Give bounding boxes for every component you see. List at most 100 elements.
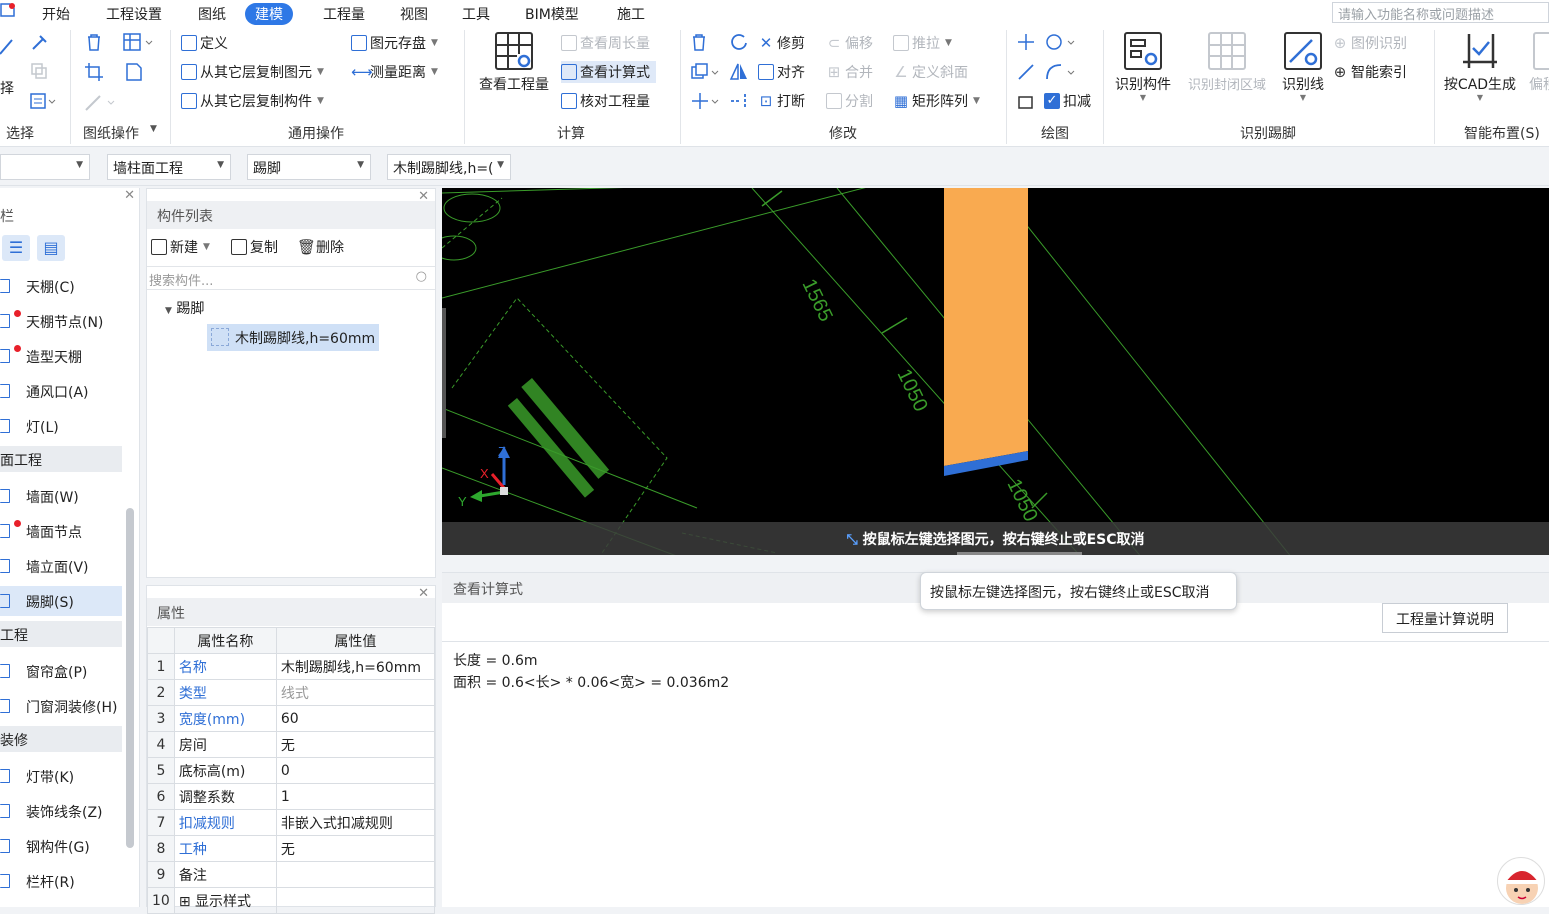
close-icon[interactable]: ✕: [124, 188, 135, 203]
copy-icon[interactable]: [690, 62, 722, 82]
nav-item[interactable]: 栏杆(R): [0, 866, 122, 896]
card-view-icon[interactable]: ▤: [37, 235, 65, 261]
menu-quantity[interactable]: 工程量: [313, 3, 375, 25]
menu-start[interactable]: 开始: [32, 3, 80, 25]
delete-component-button[interactable]: 🗑 删除: [297, 236, 344, 258]
split-button[interactable]: 分割: [826, 90, 873, 112]
copy-from-layer-button[interactable]: 从其它层复制图元 ▼: [181, 61, 324, 83]
nav-item[interactable]: 门窗洞装修(H): [0, 691, 122, 721]
property-row[interactable]: 8 工种无: [147, 835, 436, 862]
property-value[interactable]: 木制踢脚线,h=60mm: [275, 653, 436, 680]
property-value[interactable]: 无: [275, 835, 436, 862]
cad-generate-button[interactable]: 按CAD生成 ▼: [1440, 32, 1520, 102]
mirror-icon[interactable]: [729, 62, 749, 82]
expand-caret-icon[interactable]: ▼: [165, 306, 172, 316]
nav-item[interactable]: 窗帘盒(P): [0, 656, 122, 686]
nav-scrollbar[interactable]: [126, 508, 134, 848]
property-row[interactable]: 3 宽度(mm) 60: [147, 705, 436, 732]
smart-offset-button[interactable]: 偏移: [1523, 32, 1549, 94]
push-pull-button[interactable]: 推拉 ▼: [893, 32, 952, 54]
view-formula-button[interactable]: 查看计算式: [561, 61, 656, 83]
save-element-button[interactable]: 图元存盘 ▼: [351, 32, 438, 54]
property-value[interactable]: 线式: [275, 679, 436, 706]
property-row[interactable]: 5 底标高(m) 0: [147, 757, 436, 784]
search-icon[interactable]: ○: [416, 269, 427, 284]
smart-index-button[interactable]: ⊕ 智能索引: [1332, 61, 1407, 83]
nav-item[interactable]: 灯带(K): [0, 761, 122, 791]
trim-button[interactable]: ✕ 修剪: [758, 32, 805, 54]
calc-explanation-button[interactable]: 工程量计算说明: [1382, 603, 1508, 633]
recognize-component-button[interactable]: 识别构件 ▼: [1112, 32, 1174, 102]
property-value[interactable]: 1: [275, 783, 436, 810]
assistant-avatar[interactable]: [1497, 857, 1545, 905]
property-value[interactable]: [275, 887, 436, 914]
viewport-splitter[interactable]: [442, 308, 446, 438]
menu-view[interactable]: 视图: [390, 3, 438, 25]
category-select[interactable]: 墙柱面工程 ▼: [107, 154, 231, 180]
component-search-input[interactable]: 搜索构件... ○: [147, 266, 435, 290]
select-label[interactable]: 择: [0, 78, 14, 98]
recognize-line-button[interactable]: 识别线 ▼: [1278, 32, 1328, 102]
rotate-icon[interactable]: [729, 32, 749, 52]
expand-plus-icon[interactable]: ⊞: [179, 894, 195, 910]
property-value[interactable]: 60: [275, 705, 436, 732]
property-value[interactable]: 0: [275, 757, 436, 784]
move-icon[interactable]: [690, 91, 722, 111]
property-row[interactable]: 4 房间无: [147, 731, 436, 758]
property-row[interactable]: 2 类型 线式: [147, 679, 436, 706]
offset-button[interactable]: ⊂ 偏移: [826, 32, 873, 54]
nav-item[interactable]: 踢脚(S): [0, 586, 122, 616]
property-row[interactable]: 9 备注: [147, 861, 436, 888]
legend-recognize-button[interactable]: ⊕ 图例识别: [1332, 32, 1407, 54]
list-view-icon[interactable]: ☰: [2, 235, 30, 261]
recognize-closed-area-button[interactable]: 识别封闭区域: [1180, 32, 1274, 93]
deduct-toggle[interactable]: ✓ 扣减: [1044, 90, 1091, 112]
menu-modeling[interactable]: 建模: [245, 3, 293, 25]
align-button[interactable]: 对齐: [758, 61, 805, 83]
nav-section-header[interactable]: 面工程: [0, 446, 122, 472]
nav-item[interactable]: 灯(L): [0, 411, 122, 441]
property-row[interactable]: 7 扣减规则 非嵌入式扣减规则: [147, 809, 436, 836]
baseboard-element[interactable]: [944, 188, 1028, 466]
property-row[interactable]: 10 ⊞ 显示样式: [147, 887, 436, 914]
copy-select-icon[interactable]: [30, 62, 48, 80]
rect-array-button[interactable]: ▦ 矩形阵列 ▼: [893, 90, 980, 112]
crop-drawing-icon[interactable]: [84, 62, 104, 82]
filter-select-icon[interactable]: [30, 92, 58, 110]
break-button[interactable]: ⊡ 打断: [758, 90, 805, 112]
delete-icon[interactable]: [690, 32, 708, 52]
nav-item[interactable]: 墙面(W): [0, 481, 122, 511]
nav-item[interactable]: 造型天棚: [0, 341, 122, 371]
deduct-checkbox-icon[interactable]: ✓: [1044, 93, 1060, 109]
type-select[interactable]: 踢脚 ▼: [247, 154, 371, 180]
measure-distance-button[interactable]: ⟷ 测量距离 ▼: [351, 61, 438, 83]
copy-component-button[interactable]: 复制: [231, 236, 278, 258]
nav-view-toggle[interactable]: ☰ ▤: [0, 232, 70, 264]
tree-item-selected[interactable]: 木制踢脚线,h=60mm: [207, 324, 380, 351]
nav-item[interactable]: 钢构件(G): [0, 831, 122, 861]
component-select[interactable]: 木制踢脚线,h=(▼: [387, 154, 511, 180]
view-quantity-button[interactable]: 查看工程量: [476, 32, 552, 94]
nav-section-header[interactable]: 装修: [0, 726, 122, 752]
panel-splitter-handle[interactable]: [957, 552, 1082, 555]
floor-select[interactable]: ▼: [0, 154, 90, 180]
menu-bim-model[interactable]: BIM模型: [515, 3, 589, 25]
rect-draw-icon[interactable]: [1016, 92, 1036, 112]
menu-construction[interactable]: 施工: [607, 3, 655, 25]
new-component-button[interactable]: 新建 ▼: [151, 236, 210, 258]
pick-icon[interactable]: [30, 34, 48, 52]
copy-component-button[interactable]: 从其它层复制构件 ▼: [181, 90, 324, 112]
select-arrow-icon[interactable]: [0, 36, 14, 56]
property-row[interactable]: 1 名称 木制踢脚线,h=60mm: [147, 653, 436, 680]
extend-icon[interactable]: [729, 91, 749, 111]
menu-tools[interactable]: 工具: [452, 3, 500, 25]
function-search-input[interactable]: 请输入功能名称或问题描述: [1332, 2, 1549, 23]
property-value[interactable]: 无: [275, 731, 436, 758]
nav-item[interactable]: 墙面节点: [0, 516, 122, 546]
drawing-grid-icon[interactable]: [122, 32, 156, 52]
model-viewport[interactable]: 1565 1050 1050 Z X Y ⤡ 按鼠标左键选择图元，按右键终止或E…: [442, 188, 1549, 555]
drawing-ops-group-label[interactable]: 图纸操作: [83, 123, 139, 143]
tree-root-item[interactable]: ▼ 踢脚: [165, 298, 204, 318]
merge-button[interactable]: ⊞ 合并: [826, 61, 873, 83]
nav-item[interactable]: 天棚节点(N): [0, 306, 122, 336]
